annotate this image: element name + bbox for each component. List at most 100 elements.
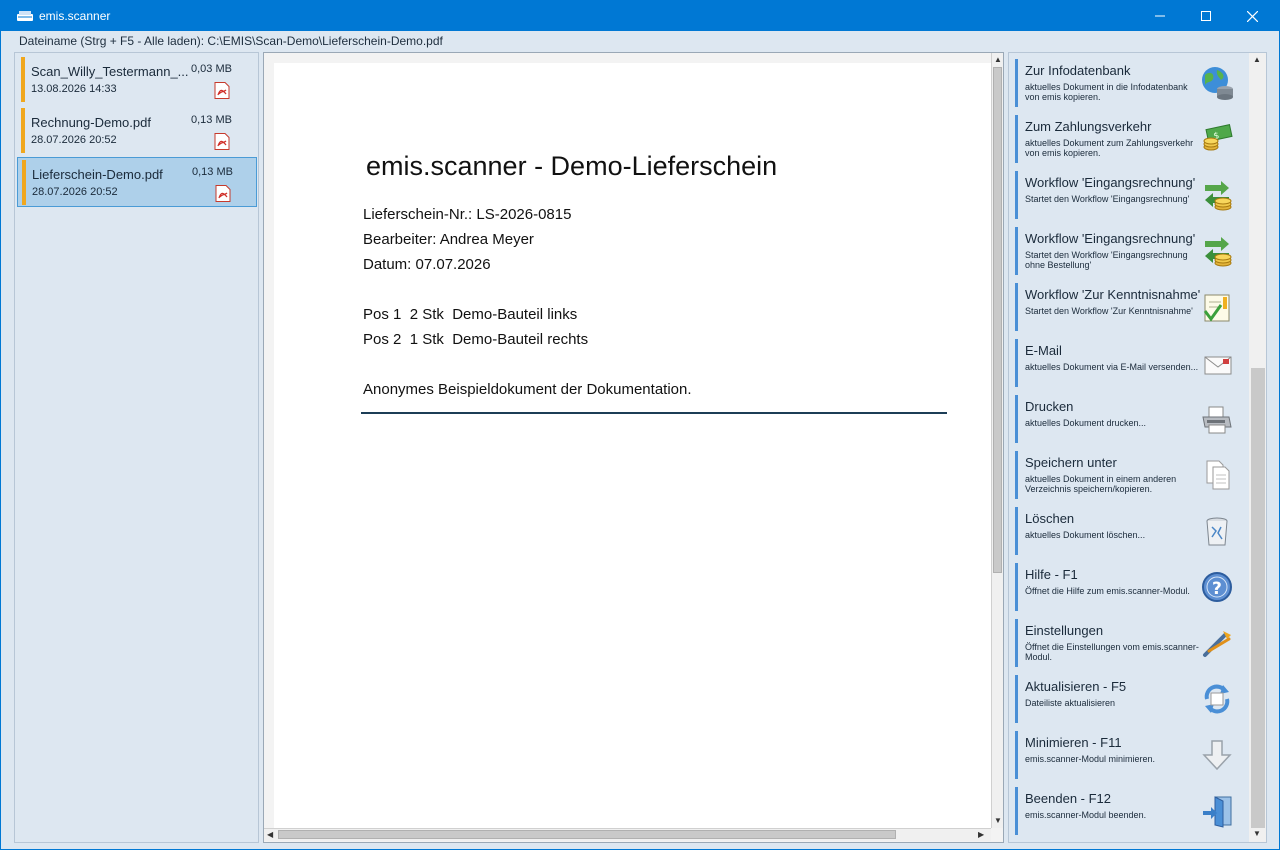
scroll-down-icon[interactable]: ▼ [994,816,1002,825]
action-zahlungsverkehr-button[interactable]: Zum Zahlungsverkehr aktuelles Dokument z… [1015,115,1247,165]
document-line: Anonymes Beispieldokument der Dokumentat… [363,381,692,398]
pdf-file-icon [214,133,230,150]
scroll-up-icon[interactable]: ▲ [994,55,1002,64]
money-icon: $ [1203,124,1233,151]
refresh-icon [1204,684,1230,714]
action-aktualisieren-button[interactable]: Aktualisieren - F5 Dateiliste aktualisie… [1015,675,1247,725]
action-accent-bar [1015,59,1018,107]
action-description: aktuelles Dokument drucken... [1025,418,1147,428]
arrow-down-icon [1202,740,1232,771]
workflow-coins-icon [1205,237,1232,267]
action-accent-bar [1015,115,1018,163]
action-description: emis.scanner-Modul beenden. [1025,810,1147,820]
file-accent-bar [21,108,25,153]
action-description: Startet den Workflow 'Eingangsrechnung o… [1025,250,1188,270]
file-accent-bar [22,160,26,205]
document-line: Datum: 07.07.2026 [363,256,491,273]
maximize-button[interactable] [1183,1,1229,31]
file-list-item[interactable]: Rechnung-Demo.pdf 0,13 MB 28.07.2026 20:… [17,106,257,156]
database-globe-icon [1202,67,1233,100]
action-description: aktuelles Dokument via E-Mail versenden.… [1025,362,1199,372]
file-size: 0,03 MB [191,63,232,75]
minimize-button[interactable] [1137,1,1183,31]
app-window: emis.scanner Dateiname (Strg + F5 - Alle… [0,0,1280,850]
action-title: Workflow 'Eingangsrechnung' [1025,175,1196,190]
file-date: 28.07.2026 20:52 [31,134,117,146]
action-panel-scroll-thumb[interactable] [1251,368,1265,828]
help-icon: ? [1202,572,1232,602]
action-title: Löschen [1025,511,1075,526]
horizontal-scrollbar[interactable]: ◀ ▶ [264,828,991,841]
scroll-up-icon[interactable]: ▲ [1253,55,1261,64]
action-accent-bar [1015,451,1018,499]
action-hilfe-button[interactable]: Hilfe - F1 Öffnet die Hilfe zum emis.sca… [1015,563,1247,613]
action-accent-bar [1015,395,1018,443]
close-button[interactable] [1229,1,1275,31]
file-accent-bar [21,57,25,102]
action-minimieren-button[interactable]: Minimieren - F11 emis.scanner-Modul mini… [1015,731,1247,781]
action-description: Öffnet die Hilfe zum emis.scanner-Modul. [1025,586,1190,596]
action-speichern-unter-button[interactable]: Speichern unter aktuelles Dokument in ei… [1015,451,1247,501]
action-panel-scrollbar[interactable]: ▲ ▼ [1249,53,1266,842]
action-description: Startet den Workflow 'Eingangsrechnung' [1025,194,1190,204]
vertical-scrollbar[interactable]: ▲ ▼ [991,53,1003,828]
exit-door-icon [1203,796,1232,828]
action-title: Hilfe - F1 [1025,567,1078,582]
action-loeschen-button[interactable]: Löschen aktuelles Dokument löschen... [1015,507,1247,557]
action-infodatenbank-button[interactable]: Zur Infodatenbank aktuelles Dokument in … [1015,59,1247,109]
document-viewer[interactable]: emis.scanner - Demo-Lieferschein Liefers… [263,52,1004,843]
horizontal-scroll-thumb[interactable] [278,830,896,839]
action-description: Dateiliste aktualisieren [1025,698,1116,708]
action-description: aktuelles Dokument in die Infodatenbank … [1025,82,1188,102]
document-title: emis.scanner - Demo-Lieferschein [366,151,778,181]
action-workflow-kenntnisnahme-button[interactable]: Workflow 'Zur Kenntnisnahme' Startet den… [1015,283,1247,333]
action-panel[interactable]: Zur Infodatenbank aktuelles Dokument in … [1008,52,1267,843]
action-title: Einstellungen [1025,623,1104,638]
action-title: Workflow 'Eingangsrechnung' [1025,231,1196,246]
action-email-button[interactable]: E-Mail aktuelles Dokument via E-Mail ver… [1015,339,1247,389]
pdf-file-icon [214,82,230,99]
action-description: aktuelles Dokument zum Zahlungsverkehr v… [1025,138,1194,158]
window-title: emis.scanner [39,9,111,23]
action-title: Drucken [1025,399,1074,414]
file-list[interactable]: Scan_Willy_Testermann_... 0,03 MB 13.08.… [14,52,259,843]
action-title: Aktualisieren - F5 [1025,679,1127,694]
vertical-scroll-thumb[interactable] [993,67,1002,573]
action-drucken-button[interactable]: Drucken aktuelles Dokument drucken... [1015,395,1247,445]
documents-icon [1206,460,1230,490]
action-accent-bar [1015,675,1018,723]
file-list-item-selected[interactable]: Lieferschein-Demo.pdf 0,13 MB 28.07.2026… [17,157,257,207]
action-accent-bar [1015,507,1018,555]
action-workflow-eingangsrechnung-button[interactable]: Workflow 'Eingangsrechnung' Startet den … [1015,171,1247,221]
action-accent-bar [1015,563,1018,611]
action-title: Speichern unter [1025,455,1117,470]
maximize-icon [1201,11,1211,21]
action-title: E-Mail [1025,343,1062,358]
action-title: Zum Zahlungsverkehr [1025,119,1152,134]
file-name: Rechnung-Demo.pdf [31,115,151,130]
action-einstellungen-button[interactable]: Einstellungen Öffnet die Einstellungen v… [1015,619,1247,669]
svg-text:?: ? [1212,579,1222,599]
checklist-icon [1203,294,1230,322]
tools-icon [1203,631,1231,657]
printer-icon [1202,406,1232,434]
close-icon [1246,10,1258,22]
file-date: 28.07.2026 20:52 [32,186,118,198]
document-line: Lieferschein-Nr.: LS-2026-0815 [363,206,572,223]
action-description: Startet den Workflow 'Zur Kenntnisnahme' [1025,306,1193,316]
minimize-icon [1155,15,1165,17]
file-list-item[interactable]: Scan_Willy_Testermann_... 0,03 MB 13.08.… [17,55,257,105]
action-workflow-eingangsrechnung-ohne-bestellung-button[interactable]: Workflow 'Eingangsrechnung' Startet den … [1015,227,1247,277]
scroll-right-icon[interactable]: ▶ [978,830,984,839]
action-beenden-button[interactable]: Beenden - F12 emis.scanner-Modul beenden… [1015,787,1247,837]
workflow-coins-icon [1205,181,1232,211]
file-date: 13.08.2026 14:33 [31,83,117,95]
document-line: Pos 2 1 Stk Demo-Bauteil rechts [363,331,589,348]
action-accent-bar [1015,731,1018,779]
action-accent-bar [1015,227,1018,275]
scroll-left-icon[interactable]: ◀ [267,830,273,839]
title-bar[interactable]: emis.scanner [1,1,1279,31]
document-line: Bearbeiter: Andrea Meyer [363,231,534,248]
action-title: Beenden - F12 [1025,791,1112,806]
scroll-down-icon[interactable]: ▼ [1253,829,1261,838]
